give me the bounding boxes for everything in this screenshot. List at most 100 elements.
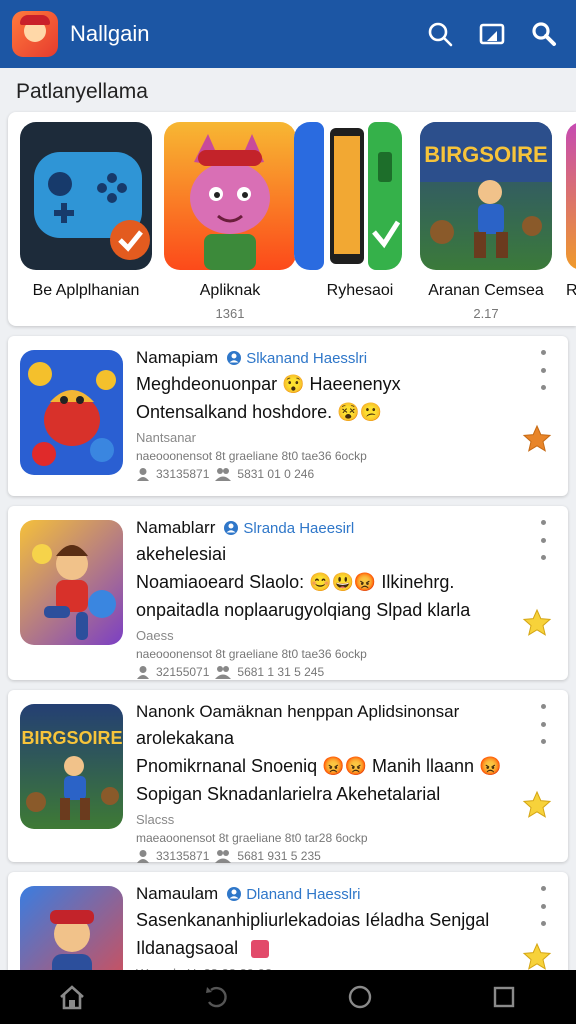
- carousel-item-label: Apliknak: [199, 282, 261, 299]
- app-thumbnail: BIRGSOIRE: [20, 704, 123, 829]
- app-card-line: Noamiaoeard Slaolo: 😊😃😡 Ilkinehrg.: [136, 572, 455, 592]
- app-thumbnail: [20, 350, 123, 475]
- section-title: Patlanyellama: [16, 80, 148, 103]
- carousel-item[interactable]: Apliknak 1361: [164, 122, 296, 321]
- fox-character-icon: [164, 122, 296, 270]
- user-icon: [224, 521, 239, 535]
- app-card-tag: Nantsanar: [136, 430, 196, 445]
- home-icon: [60, 985, 84, 1010]
- partial-app-icon: [566, 122, 576, 270]
- more-options-icon[interactable]: [532, 704, 554, 744]
- search-button-2[interactable]: [524, 14, 564, 54]
- meta-row: naeooonensot 8t graeliane 8t0 tae36 6ock…: [136, 449, 526, 463]
- app-card-line: Meghdeonuonpar 😯 Haeenenyx: [136, 374, 401, 394]
- carousel-item[interactable]: R: [566, 122, 576, 300]
- badge-label: Dlanand Haesslri: [246, 885, 361, 903]
- app-card[interactable]: Namaulam Dlanand Haesslri Sasenkananhipl…: [8, 872, 568, 982]
- app-title: Nallgain: [70, 21, 150, 46]
- tablet-button[interactable]: [472, 14, 512, 54]
- carousel-item-count: 2.17: [473, 306, 499, 321]
- back-button[interactable]: [194, 975, 238, 1019]
- carousel-item[interactable]: Ryhesaoi: [294, 122, 426, 300]
- app-card-title: Namaulam: [136, 884, 219, 903]
- recents-button[interactable]: [482, 975, 526, 1019]
- app-card-title: Namablarr: [136, 518, 216, 537]
- group-icon: [215, 468, 232, 481]
- meta-value: 33135871: [156, 467, 210, 481]
- home-circle-button[interactable]: [338, 975, 382, 1019]
- verified-badge: Slkanand Haesslri: [226, 350, 367, 367]
- user-icon: [227, 351, 242, 365]
- home-circle-icon: [348, 985, 372, 1009]
- carousel-item-label: Aranan Cemsea: [428, 282, 544, 299]
- meta-row: naeooonensot 8t graeliane 8t0 tae36 6ock…: [136, 647, 526, 661]
- user-icon: [227, 887, 242, 901]
- meta-row: 33135871 5681 931 5 235: [136, 849, 526, 863]
- star-icon[interactable]: [522, 942, 552, 972]
- home-button[interactable]: [50, 975, 94, 1019]
- meta-row: maeaoonensot 8t graeliane 8t0 tar28 6ock…: [136, 831, 526, 845]
- person-icon: [137, 468, 149, 481]
- person-icon: [137, 850, 149, 863]
- flag-icon: [251, 940, 270, 959]
- meta-text: naeooonensot 8t graeliane 8t0 tae36 6ock…: [136, 449, 367, 463]
- game-art-icon: BIRGSOIRE: [420, 122, 552, 270]
- app-card-line: Pnomikrnanal Snoeniq 😡😡 Manih llaann 😡: [136, 756, 502, 776]
- app-thumbnail: [20, 886, 123, 982]
- featured-carousel[interactable]: Be Aplplhanian Apliknak 1361 Ryhesaoi BI…: [8, 112, 576, 326]
- meta-text: maeaoonensot 8t graeliane 8t0 tar28 6ock…: [136, 831, 368, 845]
- app-card-tag: Slacss: [136, 812, 175, 827]
- app-bar: Nallgain: [0, 0, 576, 68]
- app-card-line: Ildanagsaoal: [136, 936, 526, 960]
- more-options-icon[interactable]: [532, 350, 554, 390]
- app-card-line: onpaitadla noplaarugyolqiang Slpad klarl…: [136, 600, 471, 620]
- group-icon: [215, 666, 232, 679]
- system-nav-bar: [0, 970, 576, 1024]
- back-icon: [206, 986, 227, 1008]
- carousel-item-label: Ryhesaoi: [326, 282, 394, 299]
- phones-icon: [294, 122, 402, 270]
- app-thumbnail: [20, 520, 123, 645]
- star-icon[interactable]: [522, 424, 552, 454]
- more-options-icon[interactable]: [532, 520, 554, 560]
- person-icon: [137, 666, 149, 679]
- carousel-item-label: R: [566, 282, 576, 299]
- app-card-line: akehelesiai: [136, 544, 227, 564]
- search-icon: [428, 22, 453, 47]
- meta-value: 5681 1 31 5 245: [237, 665, 325, 679]
- carousel-item-label: Be Aplplhanian: [32, 282, 140, 299]
- badge-label: Slranda Haeesirl: [243, 519, 355, 537]
- app-card-line: Sasenkananhipliurlekadoias Iéladha Senjg…: [136, 910, 490, 930]
- group-icon: [215, 850, 232, 863]
- meta-row: 33135871 5831 01 0 246: [136, 467, 526, 481]
- svg-text:BIRGSOIRE: BIRGSOIRE: [21, 728, 122, 748]
- verified-badge: Dlanand Haesslri: [226, 886, 360, 903]
- star-icon[interactable]: [522, 790, 552, 820]
- recents-icon: [493, 986, 515, 1008]
- app-card-title: Nanonk Oamäknan henppan Aplidsinonsar: [136, 702, 460, 721]
- gamepad-icon: [20, 122, 152, 270]
- app-logo-icon[interactable]: [12, 11, 58, 57]
- app-card-title: Namapiam: [136, 348, 219, 367]
- search-button[interactable]: [420, 14, 460, 54]
- meta-value: 32155071: [156, 665, 210, 679]
- app-card-line: Ontensalkand hoshdore. 😵😕: [136, 402, 382, 422]
- app-card-line: Sopigan Sknadanlarielra Akehetalarial: [136, 784, 441, 804]
- meta-row: 32155071 5681 1 31 5 245: [136, 665, 526, 679]
- app-card-line: arolekakana: [136, 728, 235, 748]
- carousel-item[interactable]: BIRGSOIRE Aranan Cemsea 2.17: [420, 122, 552, 321]
- tablet-icon: [479, 23, 505, 45]
- app-card-line-text: Ildanagsaoal: [136, 938, 239, 958]
- meta-value: 5681 931 5 235: [237, 849, 321, 863]
- meta-value: 5831 01 0 246: [237, 467, 315, 481]
- carousel-item-count: 1361: [215, 306, 245, 321]
- app-card[interactable]: Namablarr Slranda Haeesirl akehelesiai N…: [8, 506, 568, 680]
- more-options-icon[interactable]: [532, 886, 554, 926]
- star-icon[interactable]: [522, 608, 552, 638]
- carousel-item[interactable]: Be Aplplhanian: [20, 122, 152, 300]
- svg-text:BIRGSOIRE: BIRGSOIRE: [424, 142, 547, 167]
- meta-value: 33135871: [156, 849, 210, 863]
- app-card[interactable]: Namapiam Slkanand Haesslri Meghdeonuonpa…: [8, 336, 568, 496]
- badge-label: Slkanand Haesslri: [246, 349, 368, 367]
- app-card[interactable]: BIRGSOIRE Nanonk Oamäknan henppan Aplids…: [8, 690, 568, 863]
